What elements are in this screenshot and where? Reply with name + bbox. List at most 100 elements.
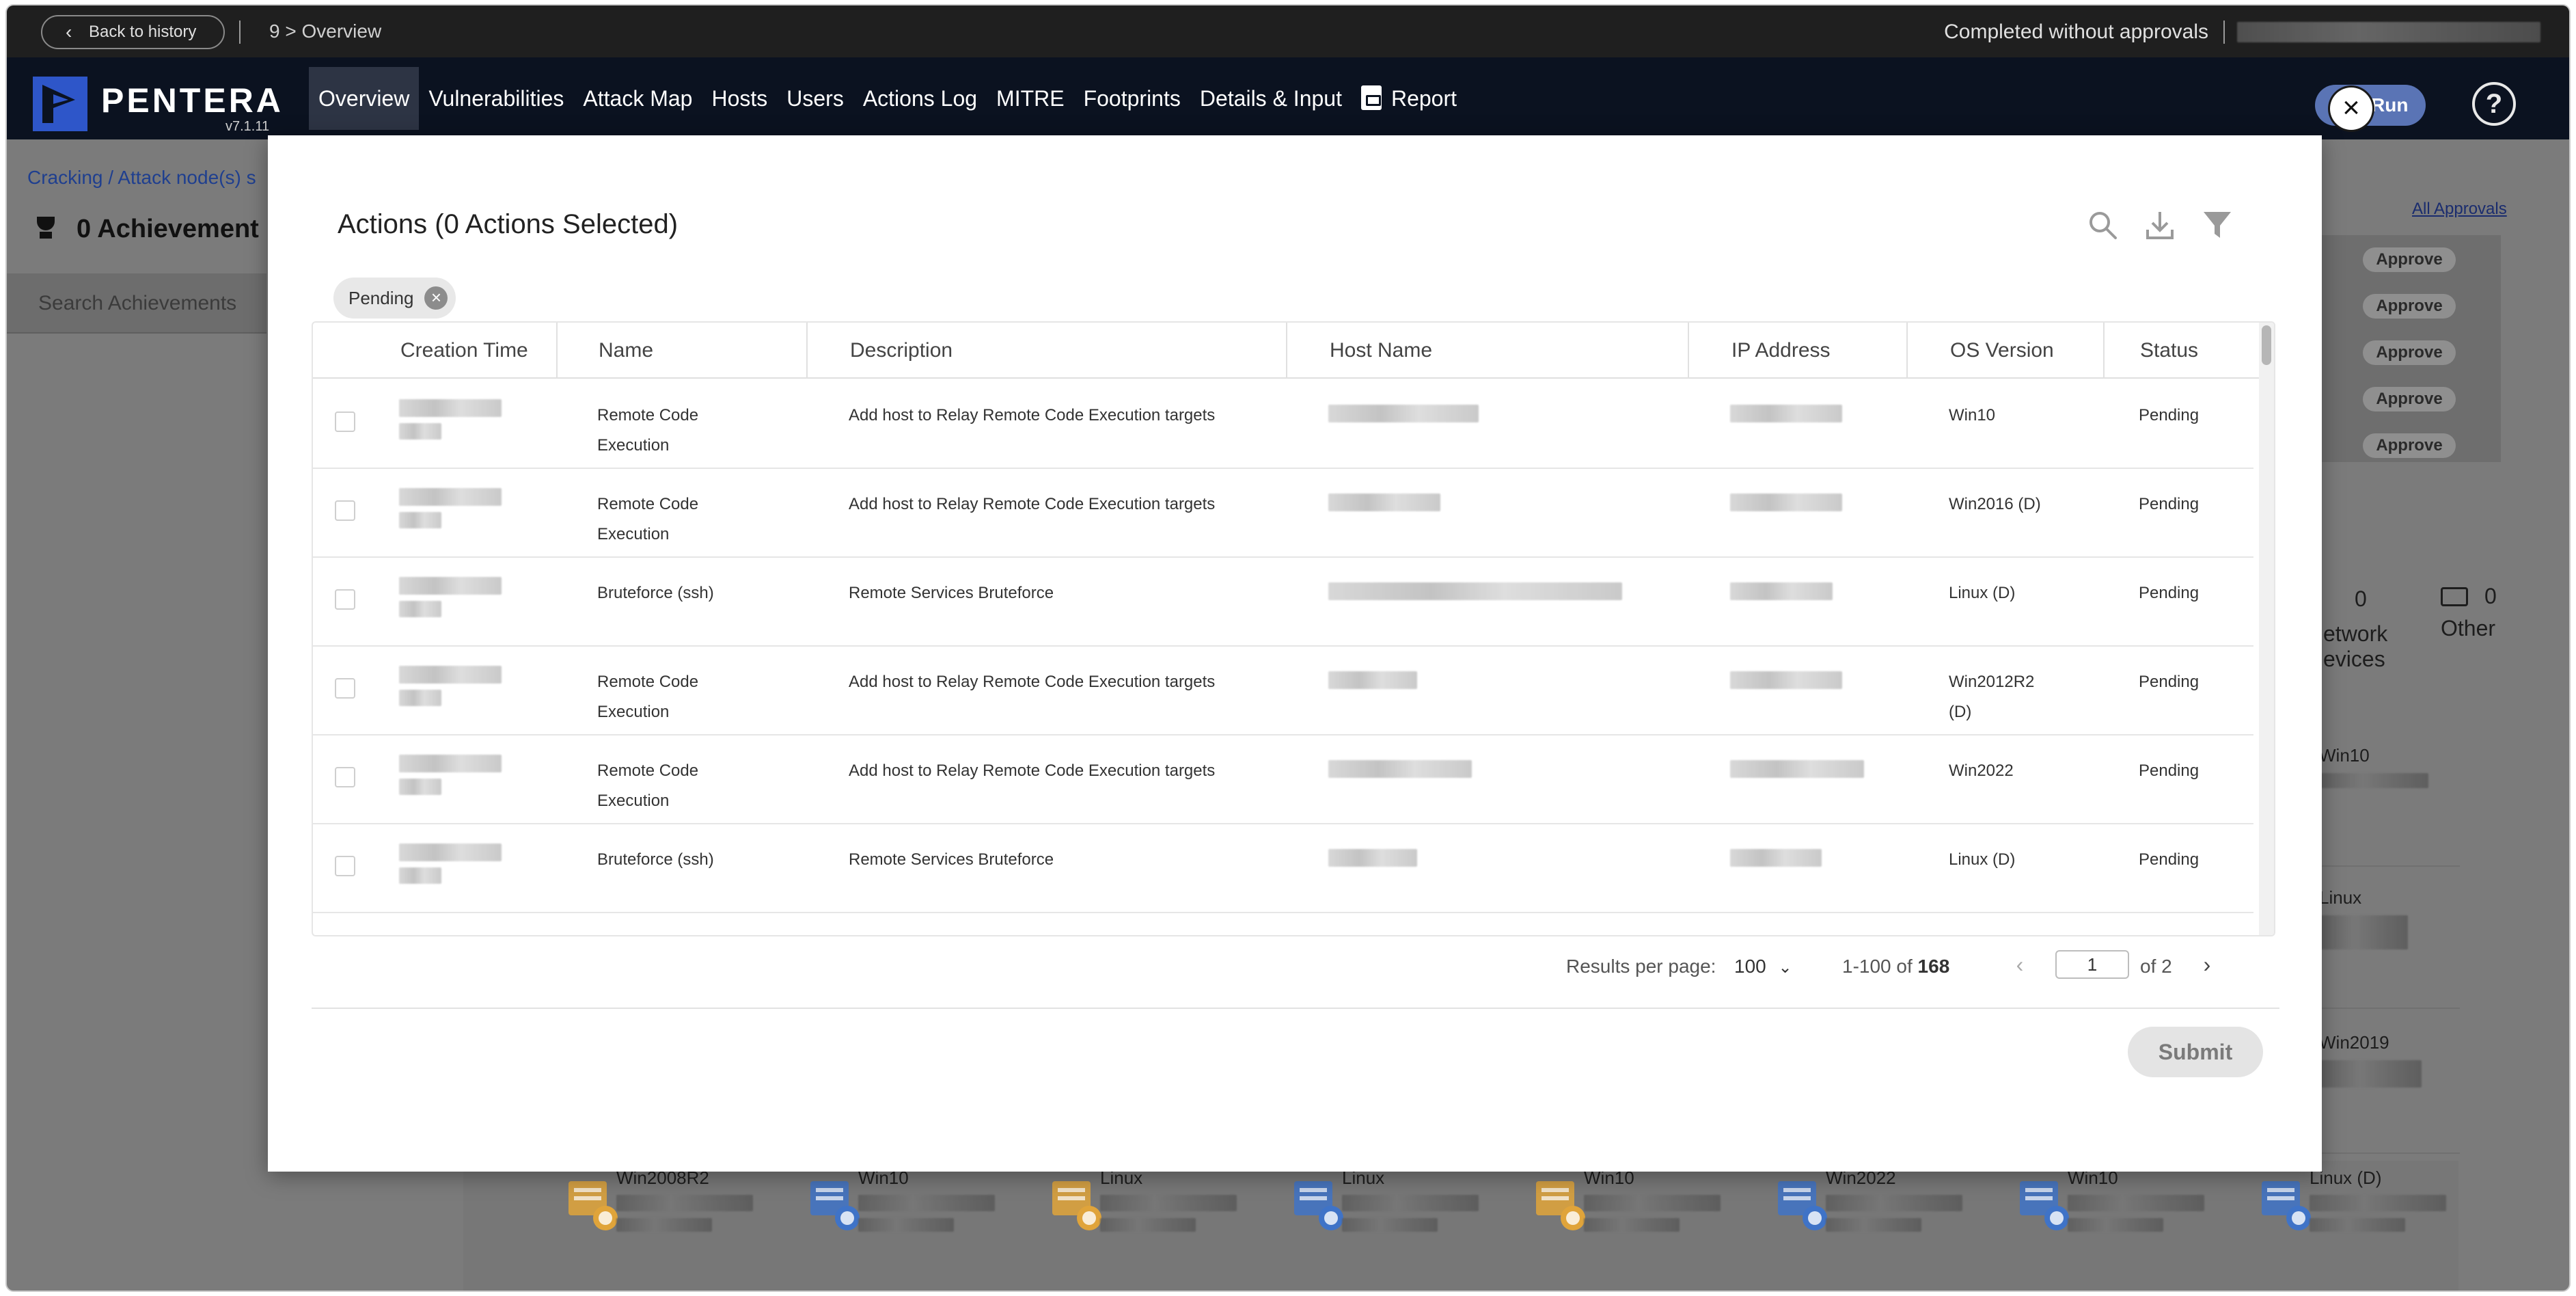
- tab-attack-map[interactable]: Attack Map: [573, 67, 702, 130]
- os-version-line: Win2012R2: [1949, 673, 2035, 691]
- table-row[interactable]: Remote Code Execution Add host to Relay Re…: [313, 469, 2253, 558]
- tab-report-label: Report: [1390, 86, 1457, 111]
- host-tile[interactable]: Linux: [1263, 1167, 1505, 1291]
- chip-remove-icon[interactable]: ×: [424, 286, 448, 310]
- side-host-card: Win2019: [2316, 1017, 2460, 1154]
- search-achievements-input[interactable]: Search Achievements: [7, 273, 266, 334]
- action-name-cell: Remote Code Execution: [597, 756, 698, 816]
- tab-mitre[interactable]: MITRE: [987, 67, 1074, 130]
- os-version-line: Linux (D): [1949, 584, 2016, 602]
- host-tile[interactable]: Linux (D): [2230, 1167, 2472, 1291]
- host-tile[interactable]: Win10: [1988, 1167, 2230, 1291]
- col-ip-address[interactable]: IP Address: [1730, 323, 1831, 379]
- side-host-card: Win10: [2316, 730, 2460, 867]
- col-status[interactable]: Status: [2139, 323, 2198, 379]
- top-breadcrumb: 9 > Overview: [269, 21, 382, 42]
- redacted-host: [858, 1195, 995, 1211]
- chevron-left-icon[interactable]: ‹: [2008, 950, 2032, 979]
- redacted-creation-time: [399, 488, 502, 506]
- redacted-creation-time: [399, 399, 502, 417]
- redacted-host: [858, 1218, 954, 1232]
- table-row[interactable]: Bruteforce (ssh) Remote Services Brutefor…: [313, 824, 2253, 913]
- approve-button[interactable]: Approve: [2363, 387, 2456, 411]
- scrollbar-thumb[interactable]: [2262, 325, 2271, 365]
- brand-name: PENTERA: [101, 81, 284, 120]
- row-checkbox[interactable]: [335, 678, 355, 699]
- per-page-select[interactable]: 100 ⌄: [1734, 956, 1792, 977]
- page-number-input[interactable]: 1: [2055, 950, 2129, 979]
- redacted-host-name: [1328, 582, 1622, 600]
- redacted-host: [2068, 1195, 2204, 1211]
- redacted-host: [1100, 1195, 1237, 1211]
- status-cell: Pending: [2139, 406, 2200, 424]
- col-os-version[interactable]: OS Version: [1949, 323, 2054, 379]
- host-os-icon: [1294, 1181, 1343, 1230]
- table-row[interactable]: Remote Code Execution Add host to Relay Re…: [313, 380, 2253, 469]
- help-icon[interactable]: ?: [2472, 82, 2516, 126]
- col-name[interactable]: Name: [597, 323, 653, 379]
- range-of: of: [1896, 956, 1913, 977]
- col-description[interactable]: Description: [849, 323, 953, 379]
- os-version-line: Linux (D): [1949, 850, 2016, 869]
- back-to-history-button[interactable]: ‹ Back to history: [41, 15, 225, 49]
- tab-footprints[interactable]: Footprints: [1074, 67, 1190, 130]
- tab-users[interactable]: Users: [777, 67, 853, 130]
- table-header: Creation Time Name Description Host Name…: [313, 323, 2269, 379]
- redacted-host: [2068, 1218, 2163, 1232]
- redacted-host: [1826, 1218, 1921, 1232]
- tab-hosts[interactable]: Hosts: [702, 67, 777, 130]
- chevron-right-icon[interactable]: ›: [2195, 950, 2219, 979]
- all-approvals-link[interactable]: All Approvals: [2412, 200, 2507, 219]
- host-tile[interactable]: Win2022: [1746, 1167, 1988, 1291]
- tab-details-input[interactable]: Details & Input: [1190, 67, 1352, 130]
- os-version-line: (D): [1949, 703, 1972, 721]
- row-checkbox[interactable]: [335, 500, 355, 521]
- main-nav: PENTERA v7.1.11 Overview Vulnerabilities…: [7, 57, 2569, 139]
- row-checkbox[interactable]: [335, 589, 355, 610]
- range-text: 1-100: [1842, 956, 1891, 977]
- host-name-cell: [1328, 582, 1622, 604]
- approve-button[interactable]: Approve: [2363, 433, 2456, 458]
- download-icon[interactable]: [2144, 209, 2176, 241]
- table-scrollbar[interactable]: [2259, 323, 2274, 935]
- stat-label: Other: [2441, 616, 2496, 640]
- host-name-cell: [1328, 494, 1440, 515]
- filter-icon[interactable]: [2202, 209, 2233, 241]
- host-os: Linux: [2319, 887, 2362, 908]
- table-row[interactable]: Remote Code Execution Add host to Relay Re…: [313, 647, 2253, 735]
- divider: [2223, 21, 2225, 44]
- row-checkbox[interactable]: [335, 411, 355, 432]
- host-os-icon: [2020, 1181, 2069, 1230]
- approve-button[interactable]: Approve: [2363, 294, 2456, 319]
- approve-button[interactable]: Approve: [2363, 247, 2456, 272]
- results-per-page-label: Results per page:: [1566, 956, 1716, 977]
- filter-chip-pending: Pending ×: [333, 278, 456, 319]
- tab-overview[interactable]: Overview: [309, 67, 420, 130]
- redacted-host-name: [1328, 671, 1417, 689]
- tab-report[interactable]: Report: [1352, 67, 1466, 130]
- table-row[interactable]: Bruteforce (ssh) Remote Services Brutefor…: [313, 558, 2253, 647]
- host-tile[interactable]: Win10: [779, 1167, 1021, 1291]
- approve-button[interactable]: Approve: [2363, 340, 2456, 365]
- redacted-host: [1100, 1218, 1196, 1232]
- row-checkbox[interactable]: [335, 856, 355, 876]
- report-pdf-icon: [1360, 85, 1382, 110]
- row-checkbox[interactable]: [335, 767, 355, 787]
- redacted-host-name: [1328, 849, 1417, 867]
- os-version-line: Win10: [1949, 406, 1996, 424]
- tab-actions-log[interactable]: Actions Log: [853, 67, 987, 130]
- action-name-line: Execution: [597, 703, 670, 721]
- close-icon[interactable]: ×: [2330, 87, 2372, 130]
- host-tile[interactable]: Win10: [1505, 1167, 1746, 1291]
- col-creation-time[interactable]: Creation Time: [399, 323, 528, 379]
- host-tile[interactable]: Linux: [1021, 1167, 1263, 1291]
- chevron-down-icon: ⌄: [1778, 958, 1792, 977]
- host-tile[interactable]: Win2008R2: [537, 1167, 779, 1291]
- submit-button[interactable]: Submit: [2128, 1027, 2263, 1077]
- redacted-host: [2319, 1060, 2422, 1088]
- col-divider: [1906, 323, 1908, 379]
- col-host-name[interactable]: Host Name: [1328, 323, 1432, 379]
- search-icon[interactable]: [2087, 209, 2118, 241]
- tab-vulnerabilities[interactable]: Vulnerabilities: [419, 67, 573, 130]
- table-row[interactable]: Remote Code Execution Add host to Relay Re…: [313, 735, 2253, 824]
